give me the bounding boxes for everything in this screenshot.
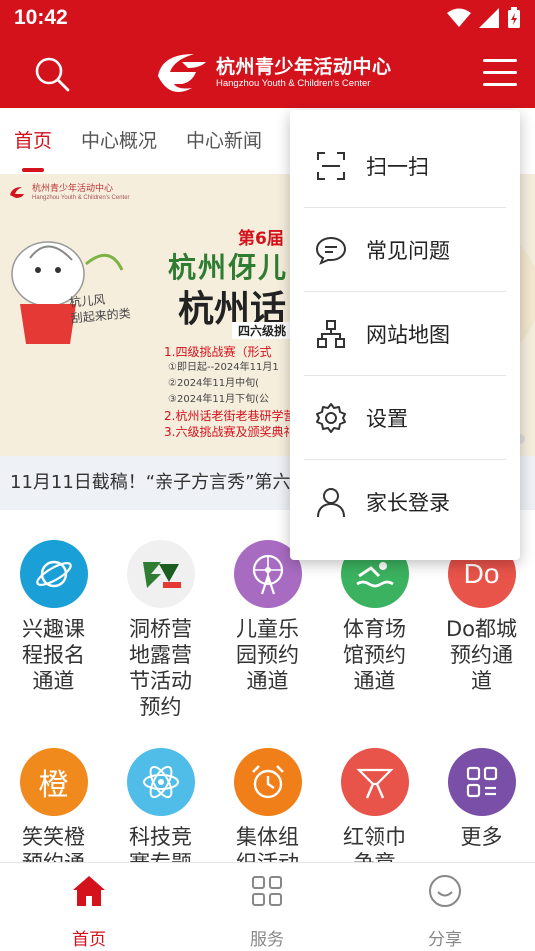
nav-home[interactable]: 首页 — [0, 863, 178, 951]
search-icon — [35, 57, 70, 92]
alarm-clock-icon — [233, 748, 302, 816]
grid-item-label: 更多 — [460, 825, 503, 849]
atom-icon — [126, 748, 195, 816]
grid-item-more[interactable]: 更多 — [428, 748, 535, 850]
grid-item-label: 儿童乐 园预约 通道 — [236, 617, 299, 693]
banner-brand-cn: 杭州青少年活动中心 — [32, 184, 114, 194]
app-header: 杭州青少年活动中心 Hangzhou Youth & Children's Ce… — [0, 36, 535, 108]
grid-item-label: 洞桥营 地露营 节活动 预约 — [129, 617, 192, 719]
banner-logo-icon — [10, 186, 24, 198]
status-bar: 10:42 — [0, 0, 535, 36]
grid-item-label: 红领巾争章 — [343, 825, 406, 862]
banner-brand: 杭州青少年活动中心 Hangzhou Youth & Children's Ce… — [8, 184, 130, 201]
menu-item-parent-login[interactable]: 家长登录 — [304, 460, 506, 544]
nav-services[interactable]: 服务 — [178, 863, 356, 951]
grid-item-do-city[interactable]: Do Do都城 预约通道 — [428, 540, 535, 694]
grid-item-group-activity[interactable]: 集体组织活动 — [214, 748, 321, 862]
grid-item-xiaoxiaocheng[interactable]: 橙 笑笑橙预约通 — [0, 748, 107, 862]
menu-item-faq[interactable]: 常见问题 — [304, 208, 506, 292]
smile-icon — [356, 871, 534, 911]
grid-item-interest-courses[interactable]: 兴趣课 程报名 通道 — [0, 540, 107, 694]
user-icon — [314, 485, 348, 519]
menu-item-label: 常见问题 — [366, 238, 450, 263]
grid-item-red-scarf[interactable]: 红领巾争章 — [321, 748, 428, 862]
nav-share[interactable]: 分享 — [356, 863, 534, 951]
grid-item-sports-venue[interactable]: 体育场 馆预约 通道 — [321, 540, 428, 694]
orange-icon: 橙 — [19, 748, 88, 816]
chat-icon — [314, 233, 348, 267]
menu-item-label: 设置 — [366, 406, 408, 431]
menu-item-settings[interactable]: 设置 — [304, 376, 506, 460]
battery-icon — [508, 7, 520, 28]
gear-icon — [314, 401, 348, 435]
wifi-icon — [447, 8, 471, 27]
grid-item-kids-park[interactable]: 儿童乐 园预约 通道 — [214, 540, 321, 694]
bottom-nav: 首页 服务 分享 — [0, 862, 535, 951]
banner-brand-en: Hangzhou Youth & Children's Center — [32, 195, 130, 201]
menu-item-label: 家长登录 — [366, 491, 450, 515]
tab-overview[interactable]: 中心概况 — [81, 108, 157, 174]
scan-icon — [314, 149, 348, 183]
status-time: 10:42 — [14, 6, 68, 29]
grid-item-label: 体育场 馆预约 通道 — [343, 617, 406, 693]
status-icons — [447, 7, 521, 29]
grid-item-tech-competition[interactable]: 科技竞赛专题 — [107, 748, 214, 862]
grid-item-camping[interactable]: 洞桥营 地露营 节活动 预约 — [107, 540, 214, 720]
home-icon — [0, 871, 178, 911]
banner-mascot-caption: 杭儿风 刮起来的类 — [68, 292, 132, 326]
menu-item-label: 网站地图 — [366, 322, 450, 347]
scarf-icon — [340, 748, 409, 816]
logo-title: 杭州青少年活动中心 — [216, 56, 392, 78]
app-logo: 杭州青少年活动中心 Hangzhou Youth & Children's Ce… — [152, 48, 392, 98]
sitemap-icon — [314, 317, 348, 351]
nav-label: 服务 — [250, 930, 284, 950]
tab-news[interactable]: 中心新闻 — [186, 108, 262, 174]
grid-item-label: 笑笑橙预约通 — [22, 825, 85, 862]
grid-item-label: 科技竞赛专题 — [129, 825, 192, 862]
tab-home[interactable]: 首页 — [14, 108, 52, 174]
banner-stage: 四六级挑 — [232, 322, 293, 339]
menu-item-label: 扫一扫 — [366, 154, 429, 179]
logo-mark-icon — [158, 54, 206, 92]
nav-label: 分享 — [428, 930, 462, 950]
logo-subtitle: Hangzhou Youth & Children's Center — [216, 78, 371, 89]
planet-icon — [19, 540, 88, 608]
signal-icon — [479, 8, 499, 28]
menu-item-sitemap[interactable]: 网站地图 — [304, 292, 506, 376]
grid-item-label: 集体组织活动 — [236, 825, 299, 862]
camp-logo-icon — [126, 540, 195, 608]
service-grid: 兴趣课 程报名 通道 洞桥营 地露营 节活动 预约 儿童乐 园预约 通道 体育场 馆预约 通道 D… — [0, 510, 535, 862]
dropdown-menu: 扫一扫 常见问题 网站地图 设置 家长登录 — [290, 110, 520, 560]
menu-item-scan[interactable]: 扫一扫 — [304, 124, 506, 208]
menu-icon — [483, 59, 517, 86]
menu-button[interactable] — [481, 56, 521, 90]
search-button[interactable] — [32, 54, 72, 94]
services-grid-icon — [178, 871, 356, 911]
nav-label: 首页 — [72, 930, 106, 950]
grid-item-label: 兴趣课 程报名 通道 — [22, 617, 85, 693]
grid-item-label: Do都城 预约通道 — [445, 617, 518, 693]
more-grid-icon — [447, 748, 516, 816]
